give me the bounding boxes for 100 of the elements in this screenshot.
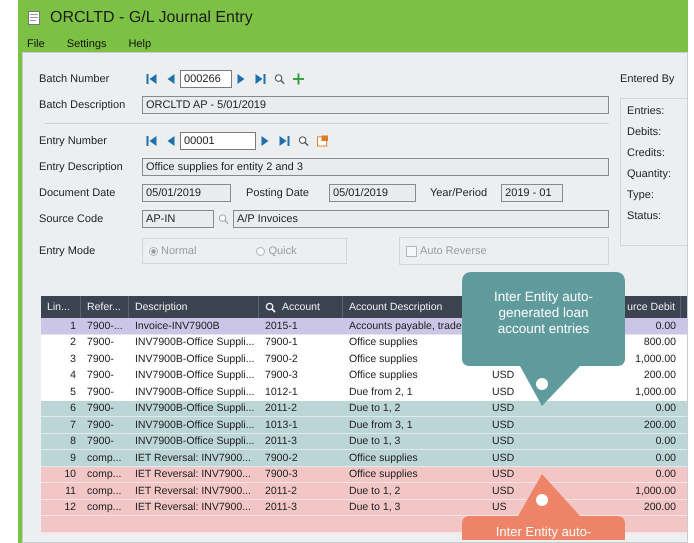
table-cell-text: Due from 2, 1 — [348, 386, 414, 398]
table-cell-text: IET Reversal: INV7900... — [134, 452, 252, 464]
summary-label: Type: — [627, 189, 655, 201]
table-cell-text: Due to 1, 2 — [348, 484, 402, 497]
table-cell-text: 11 — [64, 484, 77, 497]
last-record-icon[interactable] — [255, 73, 266, 85]
plus-icon[interactable] — [293, 73, 304, 85]
menu-item[interactable]: Settings — [66, 38, 106, 50]
source-description-field[interactable]: A/P Invoices — [233, 210, 609, 228]
table-cell-text: 7900-3 — [264, 369, 299, 382]
table-cell: USD — [492, 435, 514, 448]
table-cell-text: Office supplies — [348, 452, 419, 464]
table-row[interactable]: 6 7900- INV7900B-Office Suppli... 2011-2 Due to 1, 2 USD 0.00 — [41, 400, 687, 417]
table-cell-text: INV7900B-Office Suppli... — [134, 352, 256, 365]
table-row[interactable]: 7 7900- INV7900B-Office Suppli... 1013-1 Due from 3, 1 USD 200.00 — [41, 417, 687, 434]
table-row[interactable]: 9 comp... IET Reversal: INV7900... 7900-2 Office supplies USD 0.00 — [41, 450, 687, 466]
table-cell-text: Due to 1, 3 — [348, 501, 402, 514]
table-cell-text: comp... — [86, 484, 122, 497]
table-cell-text: 7900- — [86, 418, 115, 431]
table-cell-text: 200.00 — [642, 418, 677, 431]
first-record-icon[interactable] — [146, 73, 157, 85]
table-cell-text: Due from 3, 1 — [348, 418, 414, 431]
table-cell-text: 2015-1 — [264, 320, 299, 332]
table-cell-text: 7900-1 — [264, 336, 299, 348]
first-record-icon[interactable] — [146, 135, 157, 147]
batch-description-field[interactable]: ORCLTD AP - 5/01/2019 — [142, 96, 609, 114]
table-cell-text: IET Reversal: INV7900... — [134, 501, 252, 514]
summary-label: Quantity: — [627, 168, 672, 180]
table-cell-text: Office supplies — [348, 468, 419, 480]
next-icon[interactable] — [260, 135, 271, 147]
table-cell-text: 800.00 — [642, 336, 677, 348]
table-cell-text: Due to 1, 3 — [348, 435, 402, 448]
field-label: Batch Description — [39, 99, 126, 111]
table-cell-text: 6 — [69, 402, 77, 414]
table-cell-text: INV7900B-Office Suppli... — [134, 402, 256, 414]
year-period-field[interactable]: 2019 - 01 — [501, 184, 564, 202]
table-cell-text: INV7900B-Office Suppli... — [134, 336, 256, 348]
entry-number-field[interactable]: 00001 — [180, 132, 256, 150]
table-cell-text: 10 — [63, 468, 77, 480]
table-cell-text: comp... — [86, 452, 122, 464]
field-label: Posting Date — [246, 187, 309, 199]
table-cell-text: 0.00 — [654, 468, 677, 480]
table-row[interactable]: 10 comp... IET Reversal: INV7900... 7900-3 Office supplies USD 0.00 — [41, 466, 687, 483]
table-cell-text: 7900- — [86, 336, 115, 348]
table-cell-text: 7 — [69, 418, 77, 431]
table-cell-text: 1 — [69, 320, 77, 332]
table-cell-text: 7900- — [86, 402, 115, 414]
document-date-field[interactable]: 05/01/2019 — [142, 184, 231, 202]
table-cell-text: 0.00 — [654, 435, 677, 448]
table-cell-text: INV7900B-Office Suppli... — [134, 435, 256, 448]
source-code-field[interactable]: AP-IN — [142, 210, 214, 228]
table-cell-text: Office supplies — [348, 369, 419, 382]
table-cell-text: 8 — [69, 435, 77, 448]
field-label: Entry Mode — [39, 245, 96, 257]
table-cell-text: INV7900B-Office Suppli... — [134, 386, 256, 398]
table-cell-text: 3 — [69, 352, 77, 365]
batch-number-field[interactable]: 000266 — [180, 70, 232, 88]
table-cell: USD — [492, 402, 514, 414]
field-label: Entry Number — [39, 135, 108, 147]
menu-item[interactable]: Help — [128, 38, 152, 50]
table-cell-text: 7900-2 — [264, 452, 299, 464]
field-label: Entry Description — [39, 161, 124, 173]
previous-icon[interactable] — [165, 135, 176, 147]
posting-date-field[interactable]: 05/01/2019 — [328, 184, 416, 202]
field-label: Entered By — [620, 72, 676, 87]
note-icon[interactable] — [317, 135, 328, 147]
last-record-icon[interactable] — [279, 135, 290, 147]
table-cell-text: 0.00 — [654, 452, 677, 464]
table-cell-text: Invoice-INV7900B — [134, 320, 221, 332]
table-cell-text: Office supplies — [348, 352, 419, 365]
table-cell-text: 7900- — [86, 352, 115, 365]
table-cell-text: 2011-2 — [264, 402, 298, 414]
table-cell: USD — [492, 386, 514, 398]
menu-item[interactable]: File — [27, 38, 45, 50]
document-icon — [28, 10, 40, 24]
table-cell-text: IET Reversal: INV7900... — [134, 484, 252, 497]
table-row[interactable]: 11 comp... IET Reversal: INV7900... 2011-2 Due to 1, 2 USD 1,000.00 — [41, 483, 687, 500]
search-icon[interactable] — [274, 73, 285, 85]
summary-label: Credits: — [627, 147, 666, 159]
table-cell: USD — [492, 484, 514, 497]
table-cell: USD — [492, 452, 514, 464]
table-cell-text: 200.00 — [642, 501, 677, 514]
table-cell: USD — [492, 369, 514, 382]
search-icon — [265, 302, 276, 312]
table-cell-text: 2011-3 — [264, 435, 298, 448]
previous-icon[interactable] — [165, 73, 176, 85]
table-cell-text: 7900-2 — [264, 352, 299, 365]
table-cell-text: 2 — [69, 336, 77, 348]
search-icon[interactable] — [298, 135, 309, 147]
table-cell-text: 2011-3 — [264, 501, 298, 514]
entry-description-field[interactable]: Office supplies for entity 2 and 3 — [142, 158, 609, 176]
table-cell-text: 1013-1 — [264, 418, 299, 431]
table-cell: USD — [492, 418, 514, 431]
field-label: Batch Number — [39, 73, 110, 85]
table-cell-text: 200.00 — [642, 369, 677, 382]
table-row[interactable]: 8 7900- INV7900B-Office Suppli... 2011-3 Due to 1, 3 USD 0.00 — [41, 434, 687, 450]
next-icon[interactable] — [236, 73, 247, 85]
table-cell-text: 9 — [69, 452, 77, 464]
table-cell-text: comp... — [86, 501, 122, 514]
table-cell-text: 1,000.00 — [634, 386, 677, 398]
